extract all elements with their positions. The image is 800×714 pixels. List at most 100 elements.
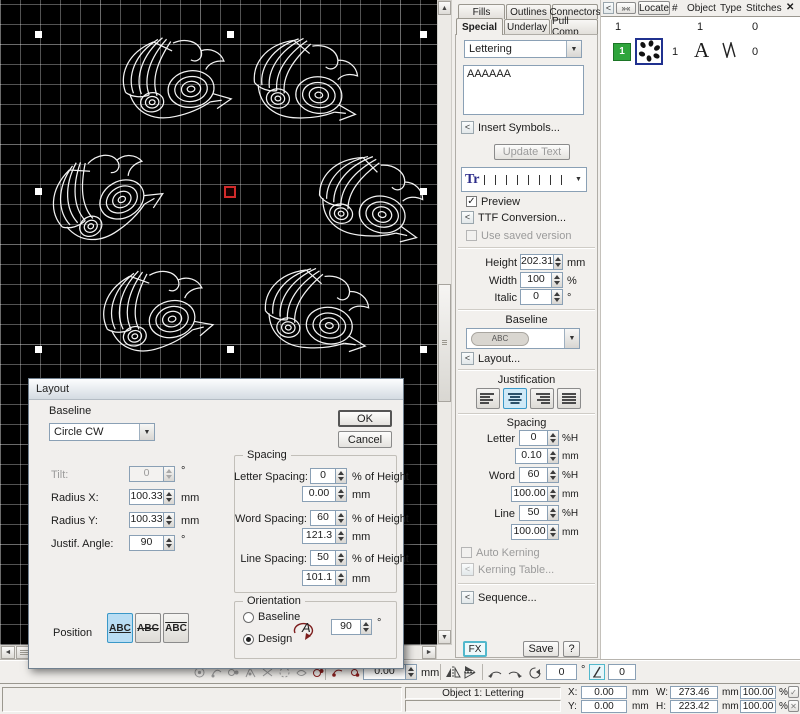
position-middle-button[interactable]: ABC	[135, 613, 161, 643]
word-spacing-dlg-mm-field[interactable]: 121.3	[302, 528, 347, 544]
sequence-collapse-button[interactable]: <	[461, 591, 474, 604]
line-spacing-pct-spinner[interactable]	[547, 506, 558, 520]
font-select[interactable]: Tr ▼	[461, 167, 587, 192]
dropdown-arrow-icon[interactable]: ▼	[139, 424, 154, 440]
kerning-table-collapse-button[interactable]: <	[461, 563, 474, 576]
line-spacing-dlg-pct-spinner[interactable]	[335, 551, 346, 565]
lettering-object-icon[interactable]: A	[694, 38, 709, 63]
dropdown-arrow-icon[interactable]: ▼	[564, 329, 579, 348]
line-spacing-pct-field[interactable]: 50	[519, 505, 559, 521]
column-header-stitches[interactable]: Stitches	[746, 3, 782, 14]
preview-checkbox[interactable]: ✓	[466, 196, 477, 207]
line-spacing-dlg-mm-spinner[interactable]	[335, 571, 346, 585]
position-top-button[interactable]: ABC	[163, 613, 189, 643]
line-spacing-mm-field[interactable]: 100.00	[511, 524, 559, 540]
orientation-design-radio[interactable]	[243, 634, 254, 645]
italic-spinner[interactable]	[551, 290, 562, 304]
dropdown-arrow-icon[interactable]: ▼	[571, 168, 586, 191]
letter-spacing-dlg-mm-field[interactable]: 0.00	[302, 486, 347, 502]
tab-underlay[interactable]: Underlay	[504, 19, 550, 34]
rotate-cw-icon[interactable]	[506, 664, 522, 680]
selection-handle-top-center[interactable]	[227, 31, 234, 38]
orientation-angle-field[interactable]: 90	[331, 619, 372, 635]
scroll-down-button[interactable]: ▼	[438, 630, 451, 644]
letter-spacing-dlg-mm-spinner[interactable]	[335, 487, 346, 501]
locate-button[interactable]: Locate	[638, 1, 670, 15]
word-spacing-pct-spinner[interactable]	[547, 468, 558, 482]
slant-field[interactable]: 0	[608, 664, 636, 680]
apply-button[interactable]: ✓	[788, 686, 799, 698]
slant-icon[interactable]	[589, 664, 605, 680]
embroidery-motif[interactable]	[236, 26, 371, 135]
column-header-object[interactable]: Object	[687, 3, 716, 14]
vertical-scrollbar[interactable]: ▲ ▼	[437, 0, 452, 645]
selection-handle-bottom-right[interactable]	[420, 346, 427, 353]
tab-outlines[interactable]: Outlines	[506, 4, 551, 19]
position-baseline-button[interactable]: ABC	[107, 613, 133, 643]
word-spacing-dlg-pct-spinner[interactable]	[335, 511, 346, 525]
baseline-mode-select[interactable]: Circle CW ▼	[49, 423, 155, 441]
tilt-field[interactable]: 0	[129, 466, 175, 482]
offset-spinner[interactable]	[405, 665, 416, 679]
selection-handle-mid-left[interactable]	[35, 188, 42, 195]
column-header-type[interactable]: Type	[720, 3, 742, 14]
rotate-ccw-icon[interactable]	[487, 664, 503, 680]
cancel-button[interactable]: Cancel	[338, 431, 392, 448]
height-field[interactable]: 202.31	[520, 254, 563, 270]
word-spacing-dlg-mm-spinner[interactable]	[335, 529, 346, 543]
selection-handle-top-left[interactable]	[35, 31, 42, 38]
lettering-text-input[interactable]: AAAAAA	[463, 65, 584, 115]
width-field[interactable]: 100	[520, 272, 563, 288]
letter-spacing-pct-field[interactable]: 0	[519, 430, 559, 446]
orientation-angle-spinner[interactable]	[360, 620, 371, 634]
word-spacing-pct-field[interactable]: 60	[519, 467, 559, 483]
save-button[interactable]: Save	[523, 641, 559, 657]
layout-collapse-button[interactable]: <	[461, 352, 474, 365]
rotate-angle-icon[interactable]	[527, 664, 543, 680]
justif-angle-spinner[interactable]	[163, 536, 174, 550]
embroidery-motif[interactable]	[22, 123, 179, 269]
mirror-vertical-icon[interactable]	[463, 664, 479, 680]
letter-spacing-pct-spinner[interactable]	[547, 431, 558, 445]
fx-button[interactable]: FX	[463, 641, 487, 657]
embroidery-motif[interactable]	[246, 254, 384, 367]
shrink-columns-button[interactable]: »«	[616, 2, 636, 14]
rotation-center-marker[interactable]	[224, 186, 236, 198]
close-panel-button[interactable]: ✕	[786, 2, 794, 13]
selection-handle-bottom-left[interactable]	[35, 346, 42, 353]
h-field[interactable]: 223.42	[670, 700, 718, 713]
w-field[interactable]: 273.46	[670, 686, 718, 699]
word-spacing-mm-spinner[interactable]	[547, 487, 558, 501]
letter-spacing-dlg-pct-spinner[interactable]	[335, 469, 346, 483]
help-button[interactable]: ?	[563, 641, 580, 657]
sequence-label[interactable]: Sequence...	[478, 592, 537, 604]
x-field[interactable]: 0.00	[581, 686, 627, 699]
embroidery-motif[interactable]	[80, 248, 225, 372]
selection-handle-top-right[interactable]	[420, 31, 427, 38]
dialog-title-bar[interactable]: Layout	[29, 379, 403, 400]
justify-right-button[interactable]	[530, 388, 554, 409]
use-saved-version-checkbox[interactable]	[466, 230, 477, 241]
letter-spacing-dlg-pct-field[interactable]: 0	[310, 468, 347, 484]
layout-button-label[interactable]: Layout...	[478, 353, 520, 365]
rotate-angle-field[interactable]: 0	[546, 664, 577, 680]
scroll-up-button[interactable]: ▲	[438, 1, 451, 15]
word-spacing-dlg-pct-field[interactable]: 60	[310, 510, 347, 526]
tab-pull-comp[interactable]: Pull Comp	[551, 19, 598, 34]
radius-y-field[interactable]: 100.33	[129, 512, 175, 528]
mirror-horizontal-icon[interactable]	[445, 664, 461, 680]
radius-y-spinner[interactable]	[163, 513, 174, 527]
selection-handle-mid-right[interactable]	[420, 188, 427, 195]
column-header-number[interactable]: #	[672, 3, 678, 14]
justif-angle-field[interactable]: 90	[129, 535, 175, 551]
baseline-select[interactable]: ABC ▼	[466, 328, 580, 349]
embroidery-motif[interactable]	[297, 138, 440, 258]
radius-x-spinner[interactable]	[163, 490, 174, 504]
height-spinner[interactable]	[553, 255, 562, 269]
width-spinner[interactable]	[551, 273, 562, 287]
tab-special[interactable]: Special	[456, 18, 503, 35]
line-spacing-mm-spinner[interactable]	[547, 525, 558, 539]
ok-button[interactable]: OK	[338, 410, 392, 427]
h-pct-field[interactable]: 100.00	[740, 700, 776, 713]
scroll-right-button[interactable]: ►	[422, 646, 436, 659]
